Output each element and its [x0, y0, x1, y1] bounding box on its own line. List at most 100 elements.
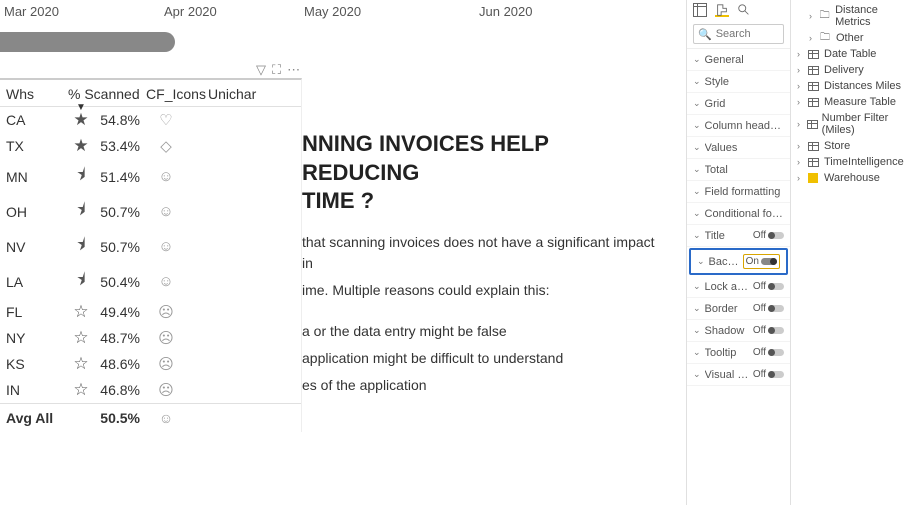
- fields-pane: ›🗀Distance Metrics ›🗀Other ›Date Table ›…: [790, 0, 919, 505]
- visualizations-format-pane: 🔍 ⌄General ⌄Style ⌄Grid ⌄Column headers …: [686, 0, 790, 505]
- more-options-icon[interactable]: ⋯: [287, 62, 300, 78]
- table-row[interactable]: KS☆48.6%☹: [0, 351, 301, 377]
- cell-pct: 48.7%: [94, 330, 146, 346]
- textbox-paragraph: ime. Multiple reasons could explain this…: [302, 280, 662, 301]
- focus-mode-icon[interactable]: ⛶: [272, 62, 281, 78]
- pane-tab-icons: [687, 0, 790, 20]
- toggle-shadow[interactable]: Off: [753, 325, 784, 336]
- table-row[interactable]: NV⯨50.7%☺: [0, 229, 301, 264]
- format-section-column-headers[interactable]: ⌄Column headers: [687, 115, 790, 137]
- chevron-down-icon: ⌄: [693, 369, 701, 380]
- toggle-tooltip[interactable]: Off: [753, 347, 784, 358]
- field-table-measure[interactable]: ›Measure Table: [795, 94, 915, 110]
- toggle-visual-header[interactable]: Off: [753, 369, 784, 380]
- table-icon: [808, 49, 821, 60]
- chevron-down-icon: ⌄: [693, 98, 701, 109]
- cell-unichar: ☹: [146, 303, 186, 321]
- toggle-title[interactable]: Off: [753, 230, 784, 241]
- field-table-warehouse[interactable]: ›Warehouse: [795, 170, 915, 186]
- chevron-down-icon: ⌄: [693, 54, 701, 65]
- column-header-scanned[interactable]: % Scanned ▼: [68, 86, 144, 102]
- format-tab-icon[interactable]: [715, 3, 729, 17]
- column-header-unichar[interactable]: Unichar: [208, 86, 268, 102]
- cell-pct: 54.8%: [94, 112, 146, 128]
- chevron-down-icon: ⌄: [693, 120, 701, 131]
- table-row[interactable]: OH⯨50.7%☺: [0, 194, 301, 229]
- table-icon: [808, 141, 821, 152]
- chevron-down-icon: ⌄: [697, 256, 705, 267]
- table-row[interactable]: TX★53.4%◇: [0, 133, 301, 159]
- format-section-tooltip[interactable]: ⌄TooltipOff: [687, 342, 790, 364]
- format-section-lock-aspect[interactable]: ⌄Lock asp...Off: [687, 276, 790, 298]
- textbox-bullet: a or the data entry might be false: [302, 321, 662, 342]
- format-section-border[interactable]: ⌄BorderOff ↖: [687, 298, 790, 320]
- field-table-number-filter[interactable]: ›Number Filter (Miles): [795, 110, 915, 138]
- cell-pct: 48.6%: [94, 356, 146, 372]
- chevron-right-icon: ›: [797, 65, 805, 75]
- cell-pct: 51.4%: [94, 169, 146, 185]
- format-section-shadow[interactable]: ⌄ShadowOff: [687, 320, 790, 342]
- textbox-visual[interactable]: NNING INVOICES HELP REDUCING TIME ? that…: [302, 130, 662, 402]
- analytics-tab-icon[interactable]: [737, 3, 751, 17]
- chevron-right-icon: ›: [797, 81, 805, 91]
- format-section-general[interactable]: ⌄General: [687, 49, 790, 71]
- chevron-right-icon: ›: [797, 119, 804, 129]
- timeline-selected-range[interactable]: [0, 32, 175, 52]
- cell-pct: 46.8%: [94, 382, 146, 398]
- chevron-down-icon: ⌄: [693, 76, 701, 87]
- table-row[interactable]: CA★54.8%♡: [0, 107, 301, 133]
- format-section-grid[interactable]: ⌄Grid: [687, 93, 790, 115]
- format-search[interactable]: 🔍: [693, 24, 784, 44]
- chevron-right-icon: ›: [797, 173, 805, 183]
- format-section-conditional-formatting[interactable]: ⌄Conditional formatting: [687, 203, 790, 225]
- field-table-distances-miles[interactable]: ›Distances Miles: [795, 78, 915, 94]
- total-pct: 50.5%: [92, 410, 146, 426]
- table-row[interactable]: MN⯨51.4%☺: [0, 159, 301, 194]
- format-section-title[interactable]: ⌄TitleOff: [687, 225, 790, 247]
- search-icon: 🔍: [698, 28, 712, 41]
- field-table-delivery[interactable]: ›Delivery: [795, 62, 915, 78]
- format-section-visual-header[interactable]: ⌄Visual he...Off: [687, 364, 790, 386]
- format-section-style[interactable]: ⌄Style: [687, 71, 790, 93]
- folder-icon: 🗀: [820, 11, 832, 22]
- timeline-tick: May 2020: [304, 4, 479, 19]
- field-table-date[interactable]: ›Date Table: [795, 46, 915, 62]
- textbox-bullet: application might be difficult to unders…: [302, 348, 662, 369]
- cell-cficon: ⯨: [68, 197, 94, 226]
- field-folder-distance-metrics[interactable]: ›🗀Distance Metrics: [795, 2, 915, 30]
- field-folder-other[interactable]: ›🗀Other: [795, 30, 915, 46]
- column-header-whs[interactable]: Whs: [6, 86, 68, 102]
- format-section-field-formatting[interactable]: ⌄Field formatting: [687, 181, 790, 203]
- textbox-paragraph: that scanning invoices does not have a s…: [302, 232, 662, 274]
- cell-unichar: ☺: [146, 238, 186, 255]
- cell-cficon: ⯨: [68, 162, 94, 191]
- search-input[interactable]: [716, 28, 776, 40]
- cell-whs: KS: [6, 356, 68, 372]
- table-visual[interactable]: Whs % Scanned ▼ CF_Icons Unichar CA★54.8…: [0, 78, 302, 432]
- table-row[interactable]: FL☆49.4%☹: [0, 299, 301, 325]
- warehouse-icon: [808, 173, 821, 184]
- cell-whs: MN: [6, 169, 68, 185]
- toggle-lock-aspect[interactable]: Off: [753, 281, 784, 292]
- cell-pct: 50.4%: [94, 274, 146, 290]
- field-table-timeintelligence[interactable]: ›TimeIntelligence: [795, 154, 915, 170]
- fields-tab-icon[interactable]: [693, 3, 707, 17]
- toggle-background[interactable]: On: [743, 254, 780, 269]
- field-table-store[interactable]: ›Store: [795, 138, 915, 154]
- toggle-border[interactable]: Off: [753, 303, 784, 314]
- table-row[interactable]: NY☆48.7%☹: [0, 325, 301, 351]
- format-section-total[interactable]: ⌄Total: [687, 159, 790, 181]
- chevron-down-icon: ⌄: [693, 142, 701, 153]
- format-section-values[interactable]: ⌄Values: [687, 137, 790, 159]
- cell-whs: NY: [6, 330, 68, 346]
- cell-whs: CA: [6, 112, 68, 128]
- cell-pct: 53.4%: [94, 138, 146, 154]
- format-section-background[interactable]: ⌄Backgro...On: [689, 248, 788, 275]
- timeline-slicer[interactable]: Mar 2020 Apr 2020 May 2020 Jun 2020: [0, 0, 686, 56]
- filter-icon[interactable]: ▽: [256, 62, 266, 78]
- report-canvas[interactable]: Mar 2020 Apr 2020 May 2020 Jun 2020 ▽ ⛶ …: [0, 0, 686, 505]
- table-row[interactable]: LA⯨50.4%☺: [0, 264, 301, 299]
- table-row[interactable]: IN☆46.8%☹: [0, 377, 301, 403]
- column-header-cficons[interactable]: CF_Icons: [144, 86, 208, 102]
- chevron-down-icon: ⌄: [693, 208, 701, 219]
